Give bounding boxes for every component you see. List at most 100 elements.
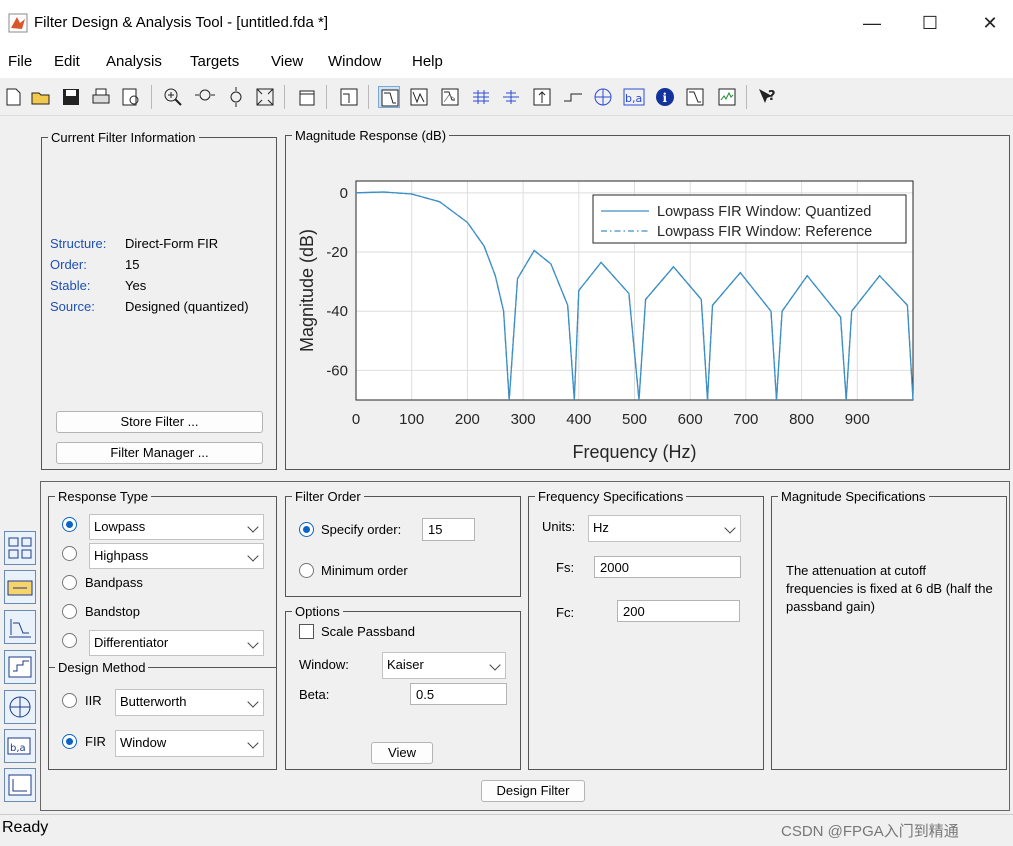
- options-legend: Options: [295, 604, 340, 619]
- minimum-order-radio[interactable]: [299, 563, 314, 578]
- chevron-down-icon: [247, 696, 259, 708]
- fir-radio[interactable]: [62, 734, 77, 749]
- stable-value: Yes: [125, 278, 147, 293]
- bandstop-radio[interactable]: [62, 604, 77, 619]
- scale-passband-label: Scale Passband: [321, 624, 415, 639]
- group-delay-icon[interactable]: [470, 86, 492, 108]
- filter-specs-icon[interactable]: [338, 86, 360, 108]
- x-tick-label: 0: [352, 411, 360, 428]
- menu-analysis[interactable]: Analysis: [106, 53, 162, 70]
- differentiator-radio[interactable]: [62, 633, 77, 648]
- new-icon[interactable]: [2, 86, 24, 108]
- magnitude-specs-legend: Magnitude Specifications: [781, 489, 926, 504]
- chevron-down-icon: [724, 522, 736, 534]
- legend-label: Lowpass FIR Window: Quantized: [657, 204, 871, 220]
- iir-label: IIR: [85, 693, 102, 708]
- whats-this-icon[interactable]: ?: [756, 86, 778, 108]
- magnitude-estimate-icon[interactable]: [684, 86, 706, 108]
- realize-model-icon[interactable]: [4, 570, 36, 604]
- menu-targets[interactable]: Targets: [190, 53, 239, 70]
- menu-window[interactable]: Window: [328, 53, 381, 70]
- beta-field[interactable]: 0.5: [410, 683, 507, 705]
- highpass-select[interactable]: Highpass: [89, 543, 264, 569]
- zoom-y-icon[interactable]: [225, 86, 247, 108]
- units-select[interactable]: Hz: [588, 515, 741, 542]
- magnitude-plot[interactable]: 0 100 200 300 400 500 600 700 800 900 0 -20 -40 -60 Fr…: [290, 150, 1010, 468]
- lowpass-select[interactable]: Lowpass: [89, 514, 264, 540]
- minimize-button[interactable]: —: [854, 8, 890, 38]
- specify-order-radio[interactable]: [299, 522, 314, 537]
- full-view-icon[interactable]: [254, 86, 276, 108]
- fc-label: Fc:: [556, 605, 575, 620]
- store-filter-button[interactable]: Store Filter ...: [56, 411, 263, 433]
- maximize-button[interactable]: ☐: [912, 8, 948, 38]
- magnitude-phase-icon[interactable]: [439, 86, 461, 108]
- window-label: Window:: [299, 657, 349, 672]
- impulse-response-icon[interactable]: [531, 86, 553, 108]
- menu-view[interactable]: View: [271, 53, 303, 70]
- svg-text:b,a: b,a: [625, 92, 642, 105]
- minimum-order-label: Minimum order: [321, 563, 408, 578]
- menu-help[interactable]: Help: [412, 53, 443, 70]
- quantization-icon[interactable]: [4, 650, 36, 684]
- lowpass-radio[interactable]: [62, 517, 77, 532]
- scale-passband-checkbox[interactable]: [299, 624, 314, 639]
- highpass-radio[interactable]: [62, 546, 77, 561]
- x-tick-label: 200: [455, 411, 480, 428]
- multirate-icon[interactable]: [4, 768, 36, 802]
- y-tick-label: -60: [326, 362, 348, 379]
- order-value: 15: [125, 257, 140, 272]
- new-figure-icon[interactable]: [296, 86, 318, 108]
- chevron-down-icon: [247, 737, 259, 749]
- order-label: Order:: [50, 257, 87, 272]
- iir-radio[interactable]: [62, 693, 77, 708]
- fs-label: Fs:: [556, 560, 575, 575]
- differentiator-select[interactable]: Differentiator: [89, 630, 264, 656]
- bandpass-radio[interactable]: [62, 575, 77, 590]
- open-icon[interactable]: [30, 86, 52, 108]
- print-preview-icon[interactable]: [120, 86, 142, 108]
- view-button[interactable]: View: [371, 742, 433, 764]
- filter-manager-button[interactable]: Filter Manager ...: [56, 442, 263, 464]
- pole-zero-editor-icon[interactable]: [4, 690, 36, 724]
- magnitude-response-icon[interactable]: [378, 86, 400, 108]
- design-filter-side-icon[interactable]: [4, 610, 36, 644]
- legend-label: Lowpass FIR Window: Reference: [657, 224, 872, 240]
- round-off-noise-icon[interactable]: [716, 86, 738, 108]
- magnitude-specs-text: The attenuation at cutoff frequencies is…: [786, 563, 993, 614]
- matlab-icon: [8, 13, 28, 33]
- design-filter-button[interactable]: Design Filter: [481, 780, 585, 802]
- phase-delay-icon[interactable]: [500, 86, 522, 108]
- frequency-specs-legend: Frequency Specifications: [538, 489, 684, 504]
- order-field[interactable]: 15: [422, 518, 475, 541]
- menu-file[interactable]: File: [8, 53, 32, 70]
- y-axis-label: Magnitude (dB): [297, 229, 317, 352]
- filter-coefficients-icon[interactable]: b,a: [623, 86, 645, 108]
- y-tick-label: -40: [326, 303, 348, 320]
- window-select[interactable]: Kaiser: [382, 652, 506, 679]
- fs-field[interactable]: 2000: [594, 556, 741, 578]
- step-response-icon[interactable]: [562, 86, 584, 108]
- chevron-down-icon: [247, 637, 259, 649]
- filter-info-icon[interactable]: i: [654, 86, 676, 108]
- pole-zero-icon[interactable]: [592, 86, 614, 108]
- beta-label: Beta:: [299, 687, 330, 702]
- fir-method-select[interactable]: Window: [115, 730, 264, 757]
- menu-edit[interactable]: Edit: [54, 53, 80, 70]
- x-tick-label: 800: [789, 411, 814, 428]
- transform-filter-icon[interactable]: [4, 531, 36, 565]
- iir-method-select[interactable]: Butterworth: [115, 689, 264, 716]
- units-label: Units:: [542, 519, 576, 534]
- print-icon[interactable]: [90, 86, 112, 108]
- chevron-down-icon: [247, 521, 259, 533]
- import-filter-icon[interactable]: b,a: [4, 729, 36, 763]
- zoom-in-icon[interactable]: [162, 86, 184, 108]
- x-tick-label: 700: [733, 411, 758, 428]
- save-icon[interactable]: [60, 86, 82, 108]
- structure-label: Structure:: [50, 236, 107, 251]
- close-button[interactable]: ✕: [972, 8, 1008, 38]
- phase-response-icon[interactable]: [408, 86, 430, 108]
- fc-field[interactable]: 200: [617, 600, 740, 622]
- x-tick-label: 400: [566, 411, 591, 428]
- zoom-x-icon[interactable]: [194, 86, 216, 108]
